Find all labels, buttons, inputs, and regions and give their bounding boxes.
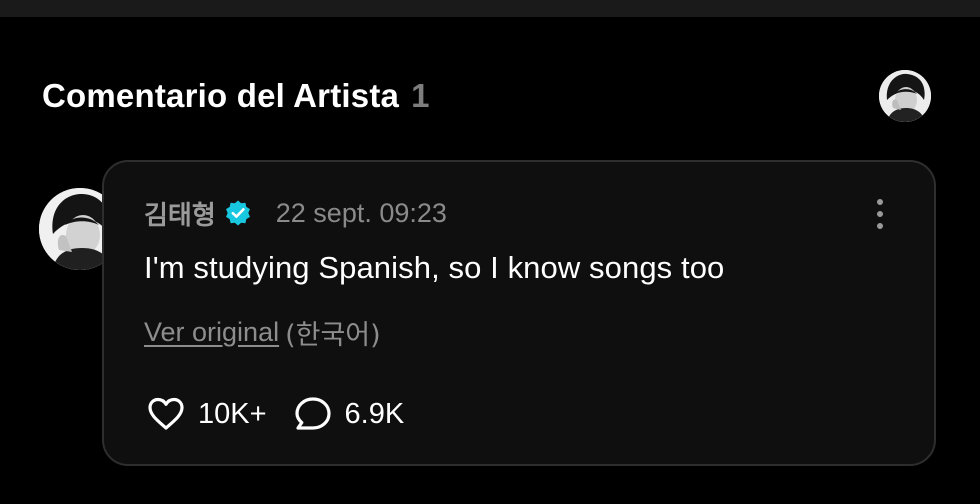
comment-card: 김태형 22 sept. 09:23 I'm studying Spanish,… (102, 160, 936, 466)
speech-bubble-icon (293, 394, 333, 434)
avatar-photo-icon (879, 70, 931, 122)
section-count: 1 (411, 77, 430, 114)
more-options-button[interactable] (868, 194, 892, 234)
more-vertical-icon (877, 199, 883, 205)
translation-row: Ver original (한국어) (144, 313, 381, 352)
author-name[interactable]: 김태형 (144, 195, 216, 232)
section-title: Comentario del Artista (42, 77, 400, 114)
top-bar (0, 0, 980, 17)
like-count: 10K+ (198, 397, 267, 430)
header-avatar[interactable] (879, 70, 931, 122)
comment-text: I'm studying Spanish, so I know songs to… (144, 250, 725, 285)
reply-count: 6.9K (344, 397, 405, 430)
verified-check-icon (224, 199, 252, 227)
comment-timestamp: 22 sept. 09:23 (275, 197, 447, 228)
view-original-link[interactable]: Ver original (144, 317, 279, 348)
section-header: Comentario del Artista 1 (42, 73, 429, 119)
reply-button[interactable]: 6.9K (293, 394, 405, 434)
comment-actions: 10K+ 6.9K (146, 392, 404, 436)
heart-icon (146, 394, 186, 434)
original-language-label: (한국어) (285, 320, 381, 351)
like-button[interactable]: 10K+ (146, 394, 267, 434)
comment-meta: 김태형 22 sept. 09:23 (144, 193, 447, 233)
